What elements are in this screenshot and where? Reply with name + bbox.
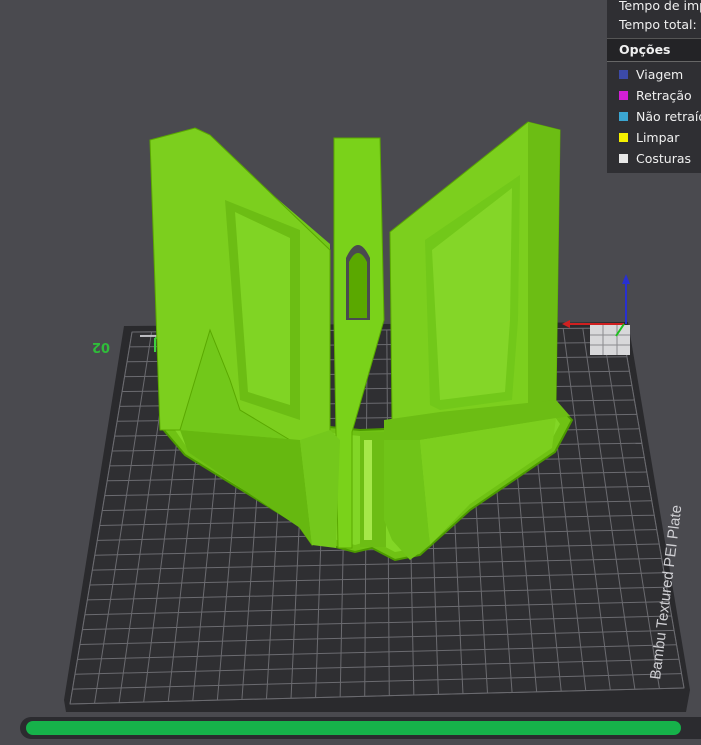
legend-item-nao-retraido[interactable]: Não retraíd xyxy=(607,106,701,127)
color-swatch-icon xyxy=(619,91,628,100)
legend-item-viagem[interactable]: Viagem xyxy=(607,64,701,85)
color-swatch-icon xyxy=(619,70,628,79)
options-header: Opções xyxy=(607,38,701,62)
color-swatch-icon xyxy=(619,154,628,163)
total-time-row: Tempo total: xyxy=(619,17,697,32)
legend-panel: Tempo de imp Tempo total: Opções Viagem … xyxy=(607,0,701,173)
3d-viewport[interactable]: 02 Bambu Textured PEI Plate xyxy=(0,0,701,745)
plate-number: 02 xyxy=(92,339,110,354)
color-swatch-icon xyxy=(619,112,628,121)
color-swatch-icon xyxy=(619,133,628,142)
legend-item-retracao[interactable]: Retração xyxy=(607,85,701,106)
legend-item-costuras[interactable]: Costuras xyxy=(607,148,701,169)
legend-item-limpar[interactable]: Limpar xyxy=(607,127,701,148)
print-time-row: Tempo de imp xyxy=(619,0,701,13)
layer-slider-fill[interactable] xyxy=(26,721,681,735)
